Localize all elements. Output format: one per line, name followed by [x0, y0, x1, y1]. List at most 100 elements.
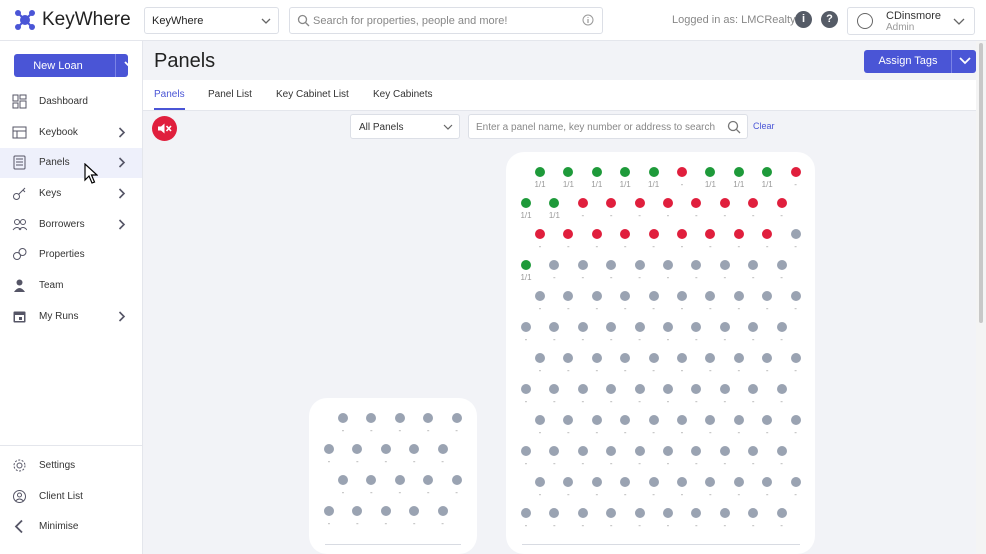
sidebar-item-dashboard[interactable]: Dashboard — [0, 87, 142, 117]
key-slot[interactable] — [762, 415, 773, 425]
key-slot[interactable] — [677, 291, 687, 301]
key-slot[interactable] — [663, 384, 673, 394]
panel-search-input[interactable] — [476, 119, 721, 135]
key-slot[interactable] — [762, 291, 773, 301]
key-slot[interactable] — [733, 229, 744, 239]
key-slot[interactable] — [790, 477, 801, 487]
key-slot[interactable] — [634, 260, 645, 270]
key-slot[interactable] — [634, 508, 645, 518]
app-logo[interactable]: KeyWhere — [14, 9, 131, 31]
key-slot[interactable] — [705, 353, 716, 363]
key-slot[interactable] — [677, 477, 687, 487]
panel-card-large[interactable]: 1/1 1/1 1/1 1/1 1/1 - 1/1 1/1 1/1 - 1/1 1/1 - - - - - - - -… — [506, 152, 815, 554]
key-slot[interactable] — [620, 353, 631, 363]
key-slot[interactable] — [648, 167, 659, 177]
key-slot[interactable] — [451, 413, 462, 423]
key-slot[interactable] — [733, 353, 744, 363]
key-slot[interactable] — [691, 446, 702, 456]
clear-search-link[interactable]: Clear — [753, 121, 775, 131]
key-slot[interactable] — [324, 444, 334, 454]
tab-panel-list[interactable]: Panel List — [208, 89, 252, 100]
key-slot[interactable] — [663, 508, 673, 518]
help-icon[interactable]: ? — [821, 11, 838, 28]
sidebar-item-my-runs[interactable]: My Runs — [0, 302, 142, 332]
organization-select[interactable]: KeyWhere — [144, 7, 279, 34]
key-slot[interactable] — [762, 353, 773, 363]
key-slot[interactable] — [748, 198, 759, 208]
key-slot[interactable] — [591, 291, 602, 301]
key-slot[interactable] — [705, 291, 716, 301]
key-slot[interactable] — [437, 444, 448, 454]
key-slot[interactable] — [620, 167, 631, 177]
key-slot[interactable] — [380, 444, 391, 454]
key-slot[interactable] — [577, 446, 588, 456]
sidebar-item-borrowers[interactable]: Borrowers — [0, 210, 142, 240]
info-circle-icon[interactable]: i — [795, 11, 812, 28]
key-slot[interactable] — [776, 198, 787, 208]
key-slot[interactable] — [577, 198, 588, 208]
key-slot[interactable] — [748, 446, 759, 456]
sidebar-item-keybook[interactable]: Keybook — [0, 118, 142, 148]
key-slot[interactable] — [719, 446, 730, 456]
key-slot[interactable] — [591, 415, 602, 425]
key-slot[interactable] — [535, 353, 545, 363]
key-slot[interactable] — [634, 198, 645, 208]
key-slot[interactable] — [591, 477, 602, 487]
key-slot[interactable] — [663, 446, 673, 456]
sidebar-item-keys[interactable]: Keys — [0, 179, 142, 209]
panel-card-small[interactable]: - - - - - - - - - - - - - - - - - - - - — [309, 398, 477, 554]
key-slot[interactable] — [535, 229, 545, 239]
key-slot[interactable] — [394, 475, 405, 485]
key-slot[interactable] — [338, 413, 348, 423]
key-slot[interactable] — [634, 446, 645, 456]
key-slot[interactable] — [563, 291, 574, 301]
key-slot[interactable] — [748, 322, 759, 332]
key-slot[interactable] — [521, 446, 531, 456]
key-slot[interactable] — [437, 506, 448, 516]
key-slot[interactable] — [563, 229, 574, 239]
tab-key-cabinets[interactable]: Key Cabinets — [373, 89, 432, 100]
key-slot[interactable] — [790, 415, 801, 425]
key-slot[interactable] — [634, 384, 645, 394]
key-slot[interactable] — [648, 415, 659, 425]
key-slot[interactable] — [549, 508, 560, 518]
key-slot[interactable] — [549, 322, 560, 332]
key-slot[interactable] — [776, 384, 787, 394]
key-slot[interactable] — [733, 167, 744, 177]
key-slot[interactable] — [733, 415, 744, 425]
key-slot[interactable] — [705, 415, 716, 425]
key-slot[interactable] — [620, 477, 631, 487]
key-slot[interactable] — [648, 477, 659, 487]
key-slot[interactable] — [648, 291, 659, 301]
key-slot[interactable] — [577, 260, 588, 270]
key-slot[interactable] — [366, 475, 377, 485]
key-slot[interactable] — [563, 477, 574, 487]
sidebar-item-client-list[interactable]: Client List — [0, 482, 142, 512]
key-slot[interactable] — [549, 198, 560, 208]
mute-button[interactable] — [152, 116, 177, 141]
key-slot[interactable] — [705, 167, 716, 177]
assign-tags-button[interactable]: Assign Tags — [864, 50, 976, 73]
chevron-down-icon[interactable] — [124, 60, 136, 70]
key-slot[interactable] — [606, 508, 617, 518]
key-slot[interactable] — [591, 229, 602, 239]
key-slot[interactable] — [535, 291, 545, 301]
key-slot[interactable] — [762, 167, 773, 177]
key-slot[interactable] — [423, 413, 434, 423]
key-slot[interactable] — [620, 415, 631, 425]
key-slot[interactable] — [606, 446, 617, 456]
key-slot[interactable] — [535, 415, 545, 425]
tab-panels[interactable]: Panels — [154, 89, 185, 100]
key-slot[interactable] — [691, 198, 702, 208]
key-slot[interactable] — [620, 291, 631, 301]
key-slot[interactable] — [663, 198, 673, 208]
key-slot[interactable] — [620, 229, 631, 239]
key-slot[interactable] — [790, 353, 801, 363]
key-slot[interactable] — [691, 508, 702, 518]
global-search-input[interactable] — [313, 12, 575, 30]
key-slot[interactable] — [606, 260, 617, 270]
key-slot[interactable] — [394, 413, 405, 423]
key-slot[interactable] — [606, 384, 617, 394]
key-slot[interactable] — [521, 198, 531, 208]
key-slot[interactable] — [719, 384, 730, 394]
